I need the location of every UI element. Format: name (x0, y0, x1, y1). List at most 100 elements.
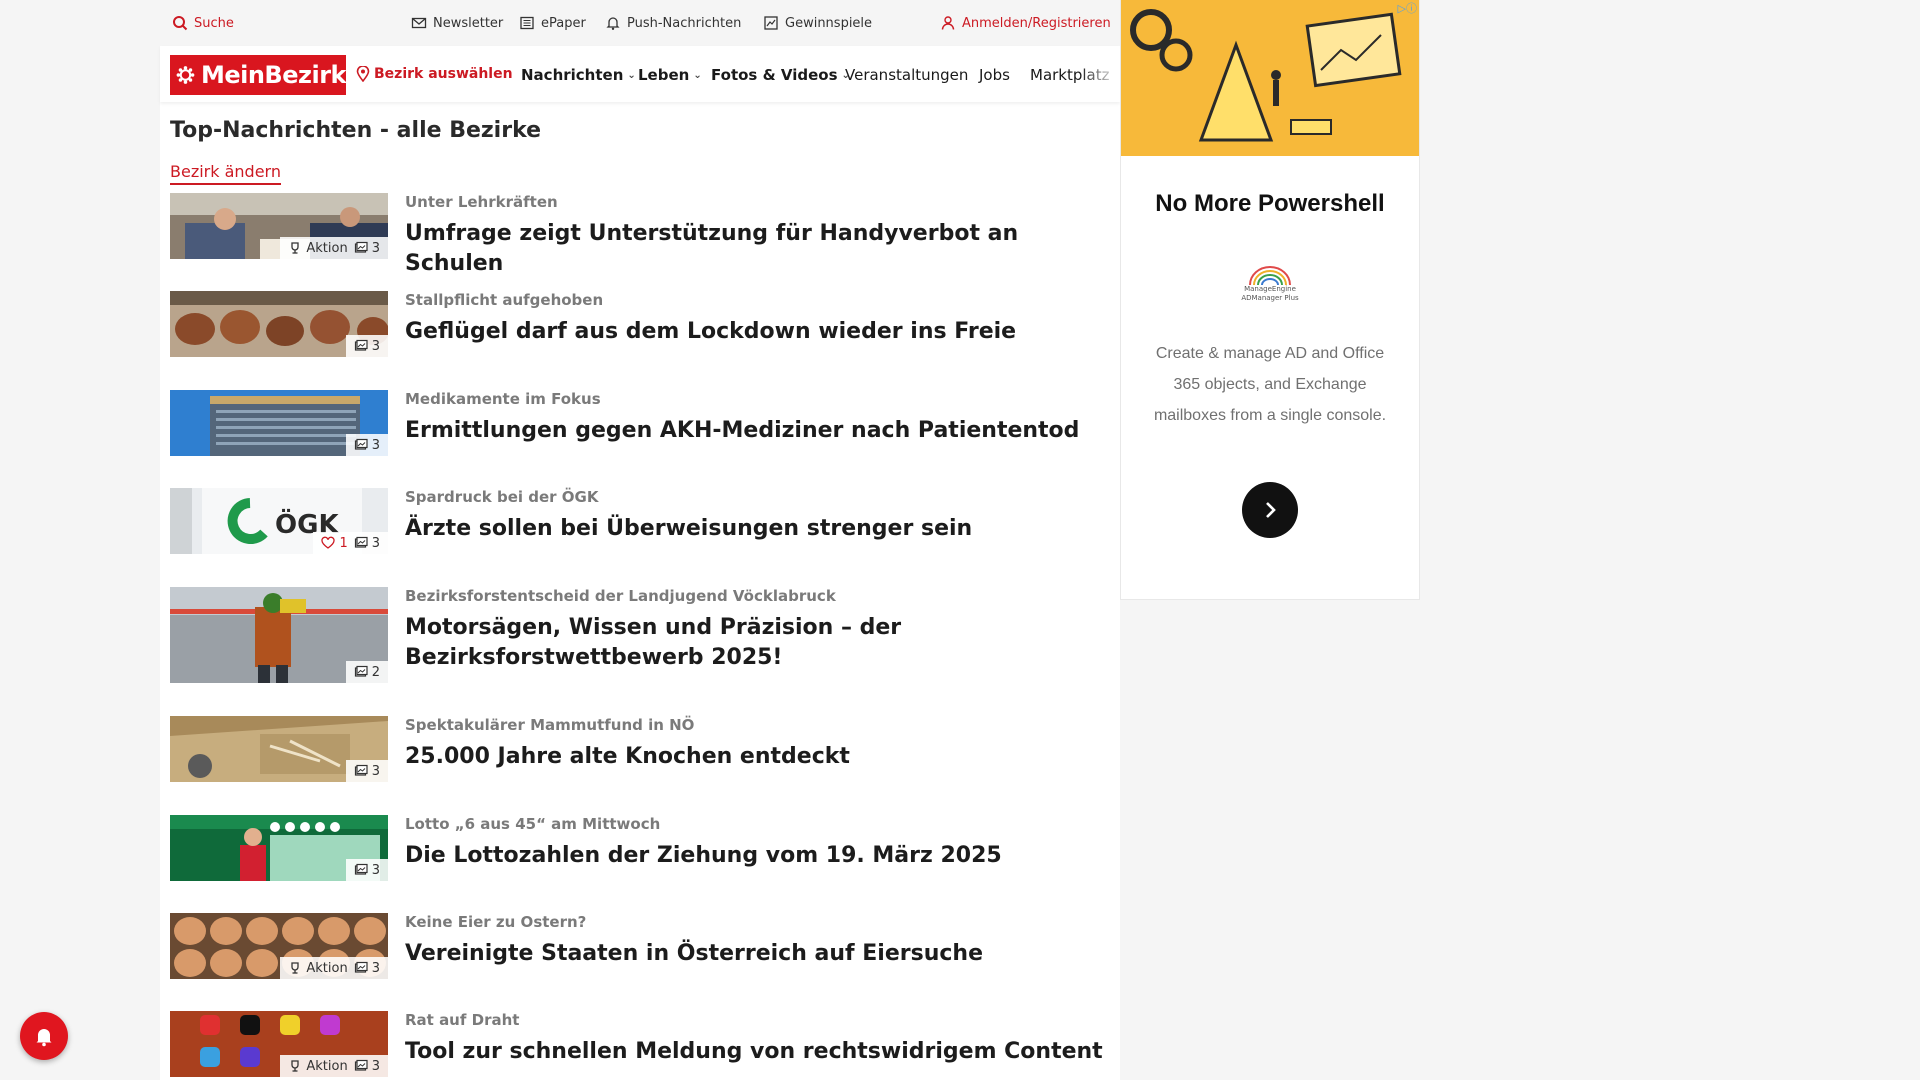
thumbnail-badges: Aktion 3 (280, 957, 388, 979)
logo-flower-icon (176, 66, 195, 84)
select-district-label: Bezirk auswählen (374, 66, 513, 82)
photo-count: 3 (371, 763, 380, 779)
article-kicker: Keine Eier zu Ostern? (405, 913, 587, 931)
ad-illustration[interactable] (1121, 0, 1419, 156)
trophy-icon (291, 962, 300, 974)
user-icon (941, 16, 955, 30)
ad-logo: ManageEngine ADManager Plus (1238, 256, 1302, 312)
nav-life-label: Leben (638, 66, 690, 84)
trophy-icon (291, 1060, 300, 1072)
article-kicker: Spektakulärer Mammutfund in NÖ (405, 716, 695, 734)
article-headline[interactable]: Die Lottozahlen der Ziehung vom 19. März… (405, 841, 1105, 871)
utility-bar: Suche Newsletter ePaper Push-Nachrichten… (160, 0, 1120, 46)
article-item[interactable]: 2 Bezirksforstentscheid der Landjugend V… (170, 587, 1110, 683)
push-notifications-link[interactable]: Push-Nachrichten (605, 15, 741, 31)
ad-next-button[interactable] (1242, 482, 1298, 538)
article-item[interactable]: Aktion 3 Unter Lehrkräften Umfrage zeigt… (170, 193, 1110, 276)
notification-bell-button[interactable] (20, 1012, 68, 1060)
article-headline[interactable]: Ärzte sollen bei Überweisungen strenger … (405, 514, 1105, 544)
article-thumbnail: Aktion 3 (170, 193, 388, 259)
article-item[interactable]: Aktion 3 Rat auf Draht Tool zur schnelle… (170, 1011, 1110, 1077)
nav-events-label: Veranstaltungen (845, 66, 969, 84)
action-label: Aktion (306, 1058, 348, 1074)
ad-logo-line1: ManageEngine (1244, 285, 1296, 293)
logo[interactable]: MeinBezirk (170, 55, 347, 95)
article-headline[interactable]: Motorsägen, Wissen und Präzision – der B… (405, 613, 1105, 673)
article-headline[interactable]: Geflügel darf aus dem Lockdown wieder in… (405, 317, 1105, 347)
nav-life[interactable]: Leben ⌄ (638, 66, 702, 84)
article-item[interactable]: 3 Spektakulärer Mammutfund in NÖ 25.000 … (170, 716, 1110, 782)
action-badge: Aktion (288, 960, 348, 976)
article-item[interactable]: 3 Lotto „6 aus 45“ am Mittwoch Die Lotto… (170, 815, 1110, 881)
epaper-label: ePaper (541, 15, 586, 31)
prize-icon (764, 16, 778, 30)
select-district-button[interactable]: Bezirk auswählen (356, 66, 513, 82)
main-navigation: MeinBezirk Bezirk auswählen Nachrichten ⌄… (160, 46, 1120, 102)
action-label: Aktion (306, 240, 348, 256)
nav-jobs-label: Jobs (979, 66, 1010, 84)
article-thumbnail: 2 (170, 587, 388, 683)
advertisement: ▷ⓘ No More Powershell ManageEngine ADMan… (1120, 0, 1420, 600)
photo-count-badge: 3 (354, 438, 380, 453)
photo-count: 3 (371, 862, 380, 878)
epaper-link[interactable]: ePaper (519, 15, 586, 31)
nav-photos-videos[interactable]: Fotos & Videos ⌄ (711, 66, 850, 84)
chevron-right-icon (1266, 502, 1276, 518)
action-label: Aktion (306, 960, 348, 976)
thumbnail-badges: 1 3 (313, 532, 388, 554)
photo-count-badge: 3 (354, 339, 380, 354)
article-item[interactable]: 3 Stallpflicht aufgehoben Geflügel darf … (170, 291, 1110, 357)
images-icon (354, 665, 368, 677)
article-thumbnail: 3 (170, 390, 388, 456)
images-icon (354, 961, 368, 973)
article-item[interactable]: Aktion 3 Keine Eier zu Ostern? Vereinigt… (170, 913, 1110, 979)
page-title: Top-Nachrichten - alle Bezirke (170, 118, 542, 143)
article-thumbnail: Aktion 3 (170, 1011, 388, 1077)
chevron-down-icon: ⌄ (627, 69, 636, 81)
article-headline[interactable]: Vereinigte Staaten in Österreich auf Eie… (405, 939, 1105, 969)
login-link[interactable]: Anmelden/Registrieren (940, 15, 1111, 31)
article-thumbnail: 3 (170, 291, 388, 357)
article-headline[interactable]: Ermittlungen gegen AKH-Mediziner nach Pa… (405, 416, 1105, 446)
ad-title[interactable]: No More Powershell (1121, 190, 1419, 218)
article-headline[interactable]: 25.000 Jahre alte Knochen entdeckt (405, 742, 1105, 772)
article-kicker: Lotto „6 aus 45“ am Mittwoch (405, 815, 661, 833)
newsletter-link[interactable]: Newsletter (411, 15, 503, 31)
article-item[interactable]: 3 Medikamente im Fokus Ermittlungen gege… (170, 390, 1110, 456)
search-link[interactable]: Suche (172, 15, 234, 31)
images-icon (354, 536, 368, 548)
photo-count-badge: 3 (354, 961, 380, 976)
article-thumbnail: 3 (170, 815, 388, 881)
mail-icon (411, 17, 427, 29)
article-headline[interactable]: Tool zur schnellen Meldung von rechtswid… (405, 1037, 1105, 1067)
search-icon (173, 16, 188, 31)
photo-count: 3 (371, 338, 380, 354)
nav-events[interactable]: Veranstaltungen (845, 66, 968, 84)
article-kicker: Stallpflicht aufgehoben (405, 291, 604, 309)
thumbnail-badges: Aktion 3 (280, 237, 388, 259)
nav-jobs[interactable]: Jobs (979, 66, 1010, 84)
photo-count-badge: 3 (354, 241, 380, 256)
article-kicker: Spardruck bei der ÖGK (405, 488, 599, 506)
photo-count-badge: 3 (354, 863, 380, 878)
heart-icon (321, 536, 336, 549)
search-label: Suche (194, 15, 234, 31)
ad-illustration-graphic (1121, 0, 1419, 156)
change-district-link[interactable]: Bezirk ändern (170, 162, 281, 185)
thumbnail-badges: 3 (345, 335, 388, 357)
photo-count: 3 (371, 1058, 380, 1074)
ad-logo-line2: ADManager Plus (1241, 294, 1299, 302)
photo-count: 3 (371, 960, 380, 976)
article-headline[interactable]: Umfrage zeigt Unterstützung für Handyver… (405, 219, 1105, 279)
article-item[interactable]: ÖGK 1 3 Spardruck bei der ÖGK Ärzte soll… (170, 488, 1110, 554)
images-icon (354, 863, 368, 875)
photo-count: 3 (371, 535, 380, 551)
nav-news[interactable]: Nachrichten ⌄ (521, 66, 636, 84)
rainbow-logo-icon (1249, 266, 1291, 285)
nav-fade (1080, 46, 1120, 102)
images-icon (354, 764, 368, 776)
games-link[interactable]: Gewinnspiele (763, 15, 872, 31)
photo-count: 2 (371, 664, 380, 680)
bell-icon (36, 1029, 52, 1047)
ad-choices-icon[interactable]: ▷ⓘ (1398, 0, 1417, 16)
